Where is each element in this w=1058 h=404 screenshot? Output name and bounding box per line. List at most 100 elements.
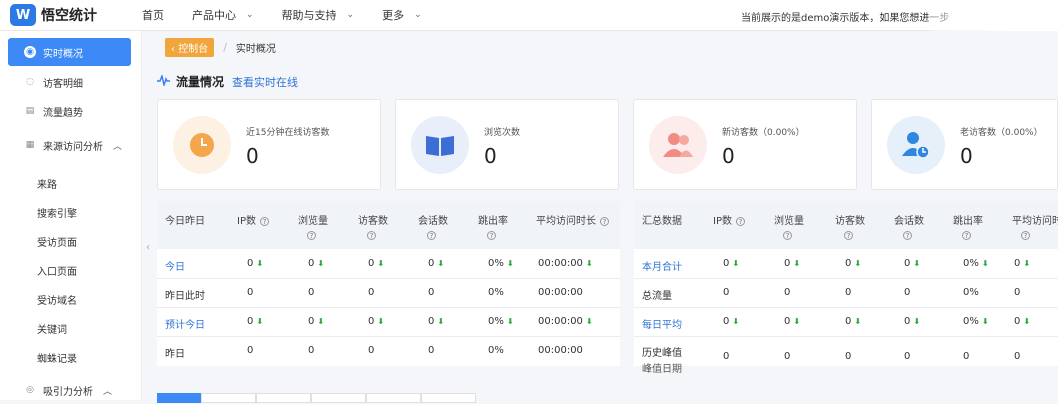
table-cell: 0 ⬇	[368, 258, 384, 269]
breadcrumb-back-label: 控制台	[178, 44, 209, 55]
sidebar-subitem[interactable]: 搜索引擎	[37, 205, 77, 220]
sidebar-subitem[interactable]: 入口页面	[37, 263, 77, 278]
table-cell: 0	[247, 345, 253, 356]
stat-card-value: 0	[246, 144, 259, 168]
cell-value: 0	[904, 287, 911, 298]
table-header-cell: 平均访问时长?	[1012, 215, 1058, 241]
app-logo[interactable]: W 悟空统计	[0, 4, 130, 26]
cell-value: 0%	[488, 316, 504, 327]
help-icon[interactable]: ?	[427, 230, 436, 240]
cell-value: 0	[723, 287, 730, 298]
row-label[interactable]: 今日	[165, 258, 185, 273]
row-label[interactable]: 本月合计	[642, 258, 682, 273]
chevron-up-icon: ︿	[103, 386, 113, 397]
header-label: 会话数	[894, 216, 924, 227]
sidebar-subitem[interactable]: 受访域名	[37, 292, 77, 307]
arrow-down-icon: ⬇	[913, 259, 921, 268]
table-header-cell: 浏览量?	[298, 215, 328, 241]
row-label[interactable]: 每日平均	[642, 316, 682, 331]
sidebar-item-label: 流量趋势	[43, 107, 83, 119]
row-label[interactable]: 预计今日	[165, 316, 205, 331]
cell-value: 00:00:00	[538, 287, 583, 298]
table-cell: 0 ⬇	[845, 258, 861, 269]
header-label: 访客数	[835, 216, 865, 227]
cell-value: 0	[247, 287, 254, 298]
cell-value: 0	[308, 345, 315, 356]
nav-item[interactable]: 帮助与支持 ⌄	[282, 7, 355, 23]
arrow-down-icon: ⬇	[585, 317, 593, 326]
row-label: 总流量	[642, 291, 672, 302]
row-label: 昨日此时	[165, 291, 205, 302]
sidebar-item[interactable]: ◉ 实时概况	[8, 38, 131, 66]
sidebar-item[interactable]: ▦ 来源访问分析 ︿	[8, 131, 131, 159]
stat-card: 近15分钟在线访客数 0	[157, 99, 381, 190]
table-cell: 0% ⬇	[963, 316, 989, 327]
help-icon[interactable]: ?	[307, 230, 316, 240]
user-clock-icon	[887, 116, 945, 174]
help-icon[interactable]: ?	[487, 230, 496, 240]
table-header-cell: 平均访问时长?	[536, 215, 609, 228]
bottom-tab-3[interactable]	[256, 393, 311, 403]
table-header-cell: 汇总数据	[642, 215, 682, 228]
cell-value: 0	[1014, 287, 1021, 298]
sidebar-subitem[interactable]: 蜘蛛记录	[37, 350, 77, 365]
table-cell: 0	[308, 287, 314, 298]
sidebar-subitem[interactable]: 来路	[37, 176, 57, 191]
view-realtime-link[interactable]: 查看实时在线	[232, 74, 298, 90]
nav-item-label: 首页	[142, 9, 164, 22]
top-navbar: W 悟空统计 首页 产品中心 ⌄ 帮助与支持 ⌄ 更多 ⌄ 当前展示的是demo演示版本，如…	[0, 0, 1058, 31]
cell-value: 0	[368, 287, 375, 298]
bottom-tab-6[interactable]	[421, 393, 476, 403]
header-label: IP数	[713, 216, 732, 227]
table-cell: 00:00:00 ⬇	[538, 316, 593, 327]
sidebar-subitem[interactable]: 受访页面	[37, 234, 77, 249]
help-icon[interactable]: ?	[844, 230, 853, 240]
arrow-down-icon: ⬇	[437, 317, 445, 326]
sidebar-item[interactable]: ▤ 流量趋势	[8, 97, 131, 125]
logo-icon: W	[10, 4, 36, 26]
grid-icon: ▦	[25, 140, 35, 150]
cell-value: 0	[247, 316, 254, 327]
help-icon[interactable]: ?	[367, 230, 376, 240]
help-icon[interactable]: ?	[962, 230, 971, 240]
sidebar: ◉ 实时概况 ◌ 访客明细 ▤ 流量趋势 ▦ 来源访问分析 ︿ 来路搜索引擎受访页面入口页面受访域…	[0, 31, 142, 400]
table-cell: 0	[368, 345, 374, 356]
section-title: 流量情况	[176, 75, 225, 89]
help-icon[interactable]: ?	[735, 216, 745, 226]
help-icon[interactable]: ?	[1021, 230, 1030, 240]
nav-item[interactable]: 更多 ⌄	[382, 7, 422, 23]
nav-item[interactable]: 首页	[142, 7, 164, 23]
sidebar-item[interactable]: ◌ 访客明细	[8, 68, 131, 96]
visitor-icon: ◌	[26, 77, 34, 87]
stat-card-value: 0	[960, 144, 973, 168]
stat-card-label: 浏览次数	[484, 128, 521, 138]
sidebar-collapse-handle[interactable]: ‹	[146, 242, 150, 253]
arrow-down-icon: ⬇	[506, 317, 514, 326]
help-icon[interactable]: ?	[783, 230, 792, 240]
breadcrumb-back-button[interactable]: ‹ 控制台	[165, 38, 215, 57]
help-icon[interactable]: ?	[600, 216, 609, 226]
table-cell: 0 ⬇	[723, 316, 739, 327]
bottom-tab-4[interactable]	[311, 393, 366, 403]
trend-icon: ▤	[25, 106, 35, 116]
help-icon[interactable]: ?	[259, 216, 269, 226]
attraction-icon: ◎	[26, 385, 34, 395]
row-label: 历史峰值	[642, 348, 682, 359]
sidebar-item-label: 吸引力分析	[43, 386, 93, 398]
table-cell: 0 ⬇	[308, 316, 324, 327]
cell-value: 0	[845, 351, 852, 362]
chevron-down-icon: ⌄	[246, 10, 254, 20]
bottom-tab-5[interactable]	[366, 393, 421, 403]
nav-item[interactable]: 产品中心 ⌄	[192, 7, 254, 23]
bottom-tab-2[interactable]	[201, 393, 256, 403]
sidebar-subitem[interactable]: 关键词	[37, 321, 67, 336]
header-label: 访客数	[358, 216, 388, 227]
cell-value: 0%	[963, 316, 979, 327]
bottom-tab-1[interactable]	[157, 393, 201, 403]
arrow-down-icon: ⬇	[793, 259, 801, 268]
help-icon[interactable]: ?	[903, 230, 912, 240]
demo-notice: 当前展示的是demo演示版本，如果您想进一步	[741, 13, 950, 24]
bottom-tabs	[157, 393, 476, 403]
table-cell: 0	[1014, 351, 1020, 362]
header-label: 平均访问时长	[536, 216, 596, 227]
